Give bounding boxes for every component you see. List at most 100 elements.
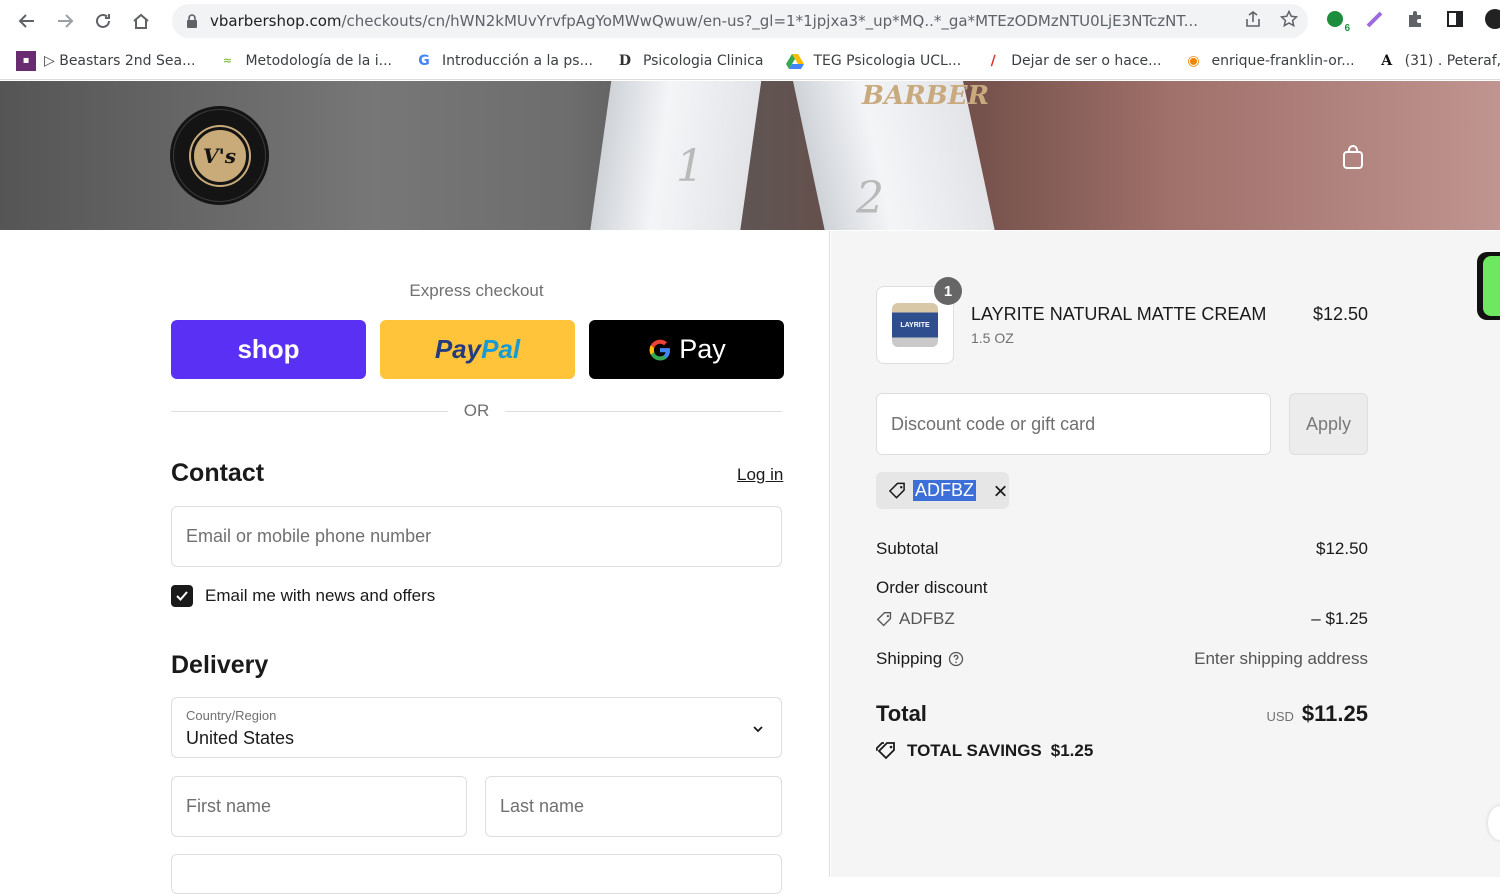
bookmark-item[interactable]: A(31) . Peteraf, T; Stri...	[1377, 51, 1500, 71]
bookmark-item[interactable]: G Introducción a la ps...	[414, 51, 593, 71]
express-payment-buttons: shop Pay Pal Pay	[171, 320, 784, 379]
discount-input[interactable]	[891, 413, 1270, 435]
bookmark-item[interactable]: ◉ enrique-franklin-or...	[1183, 51, 1354, 71]
email-field[interactable]	[171, 506, 782, 567]
applied-code: ADFBZ	[912, 480, 976, 501]
bookmark-item[interactable]: ∕ Dejar de ser o hace...	[983, 51, 1162, 71]
web-icon: ≈	[222, 54, 233, 67]
pen-extension-icon[interactable]	[1362, 6, 1388, 32]
savings-label: TOTAL SAVINGS	[907, 741, 1042, 760]
product-variant: 1.5 OZ	[971, 330, 1014, 346]
share-icon[interactable]	[1244, 10, 1262, 33]
checkmark-icon	[176, 591, 188, 601]
tube-number-decoration: 1	[676, 141, 704, 192]
shop-pay-button[interactable]: shop	[171, 320, 366, 379]
shipping-value: Enter shipping address	[1194, 649, 1368, 668]
order-discount-label: Order discount	[876, 578, 988, 597]
app-icon: ◉	[1187, 52, 1200, 69]
shipping-info: Shipping	[876, 649, 964, 669]
discount-code: ADFBZ	[899, 609, 955, 628]
product-name: LAYRITE NATURAL MATTE CREAM	[971, 304, 1267, 324]
total-amount-group: USD $11.25	[1266, 701, 1368, 727]
apply-button[interactable]: Apply	[1289, 393, 1368, 455]
first-name-input[interactable]	[186, 796, 466, 817]
total-value: $11.25	[1301, 701, 1368, 726]
savings-value: $1.25	[1050, 741, 1094, 760]
paypal-label-part1: Pay	[434, 334, 482, 364]
bookmark-item[interactable]: TEG Psicologia UCL...	[785, 51, 961, 71]
extension-badge: 6	[1342, 23, 1352, 34]
google-pay-button[interactable]: Pay	[589, 320, 784, 379]
country-select[interactable]: Country/Region United States	[171, 697, 782, 758]
home-icon[interactable]	[122, 2, 160, 40]
store-logo[interactable]: V's	[170, 106, 269, 205]
tube-brand-text: BARBER	[862, 81, 990, 111]
shopping-bag-icon[interactable]	[1340, 144, 1366, 170]
shipping-row: Shipping Enter shipping address	[876, 649, 1368, 669]
or-divider: OR	[171, 401, 782, 421]
subtotal-row: Subtotal $12.50	[876, 539, 1368, 559]
discount-code-info: ADFBZ	[876, 609, 955, 629]
currency-code: USD	[1266, 709, 1294, 724]
contact-heading: Contact	[171, 459, 265, 487]
email-input[interactable]	[186, 526, 781, 547]
help-circle-icon[interactable]	[948, 651, 964, 667]
address-bar[interactable]: vbarbershop.com/checkouts/cn/hWN2kMUvYrv…	[172, 4, 1308, 38]
total-row: Total USD $11.25	[876, 701, 1368, 727]
first-name-field[interactable]	[171, 776, 467, 837]
google-icon: G	[418, 52, 430, 69]
a-icon: A	[1381, 52, 1393, 69]
discount-value: – $1.25	[1311, 609, 1368, 628]
puzzle-extensions-icon[interactable]	[1402, 6, 1428, 32]
profile-avatar-icon[interactable]	[1482, 6, 1500, 32]
video-icon: ▪	[16, 50, 36, 71]
extension-green-icon[interactable]: 6	[1322, 6, 1352, 34]
last-name-field[interactable]	[485, 776, 782, 837]
google-pay-label: Pay	[679, 334, 726, 364]
subtotal-value: $12.50	[1316, 539, 1368, 558]
forward-icon[interactable]	[46, 2, 84, 40]
delivery-heading: Delivery	[171, 651, 269, 679]
country-value: United States	[186, 728, 295, 748]
back-icon[interactable]	[8, 2, 46, 40]
newsletter-checkbox[interactable]	[171, 585, 193, 607]
side-panel-icon[interactable]	[1442, 6, 1468, 32]
last-name-input[interactable]	[500, 796, 781, 817]
shop-pay-label: shop	[237, 334, 300, 364]
reload-icon[interactable]	[84, 2, 122, 40]
paypal-label-part2: Pal	[481, 334, 521, 364]
order-discount-row: Order discount	[876, 578, 1368, 598]
jar-label: LAYRITE	[900, 321, 930, 329]
feather-icon: ∕	[990, 52, 996, 69]
newsletter-option[interactable]: Email me with news and offers	[171, 585, 435, 607]
chevron-down-icon	[753, 726, 763, 733]
bookmark-star-icon[interactable]	[1279, 9, 1299, 33]
google-g-icon	[649, 339, 671, 360]
browser-toolbar: vbarbershop.com/checkouts/cn/hWN2kMUvYrv…	[0, 0, 1500, 42]
d-icon: D	[618, 52, 631, 69]
remove-discount-icon[interactable]	[992, 482, 1009, 500]
discount-field[interactable]	[876, 393, 1271, 455]
floating-side-tab[interactable]	[1477, 252, 1500, 320]
product-jar-image: LAYRITE	[892, 303, 938, 347]
bookmark-item[interactable]: ≈ Metodología de la i...	[217, 51, 392, 71]
bookmark-item[interactable]: ▪ ▷ Beastars 2nd Sea...	[16, 50, 195, 71]
tube-number-decoration: 2	[856, 173, 884, 224]
total-label: Total	[876, 701, 927, 726]
shipping-label: Shipping	[876, 649, 943, 668]
address-field[interactable]	[171, 854, 782, 894]
login-link[interactable]: Log in	[737, 465, 783, 485]
tag-icon	[876, 611, 892, 626]
express-checkout-title: Express checkout	[409, 281, 544, 300]
or-label: OR	[463, 401, 490, 420]
drive-icon	[785, 51, 805, 71]
applied-discount-tag: ADFBZ	[876, 472, 1009, 509]
paypal-button[interactable]: Pay Pal	[380, 320, 575, 379]
lock-icon	[187, 14, 197, 28]
tag-icon	[888, 482, 905, 499]
bookmark-item[interactable]: D Psicologia Clinica	[615, 51, 764, 71]
discount-code-row: ADFBZ – $1.25	[876, 609, 1368, 629]
divider-line	[505, 410, 782, 412]
newsletter-label: Email me with news and offers	[205, 586, 436, 605]
order-summary: LAYRITE 1 LAYRITE NATURAL MATTE CREAM 1.…	[831, 231, 1500, 877]
